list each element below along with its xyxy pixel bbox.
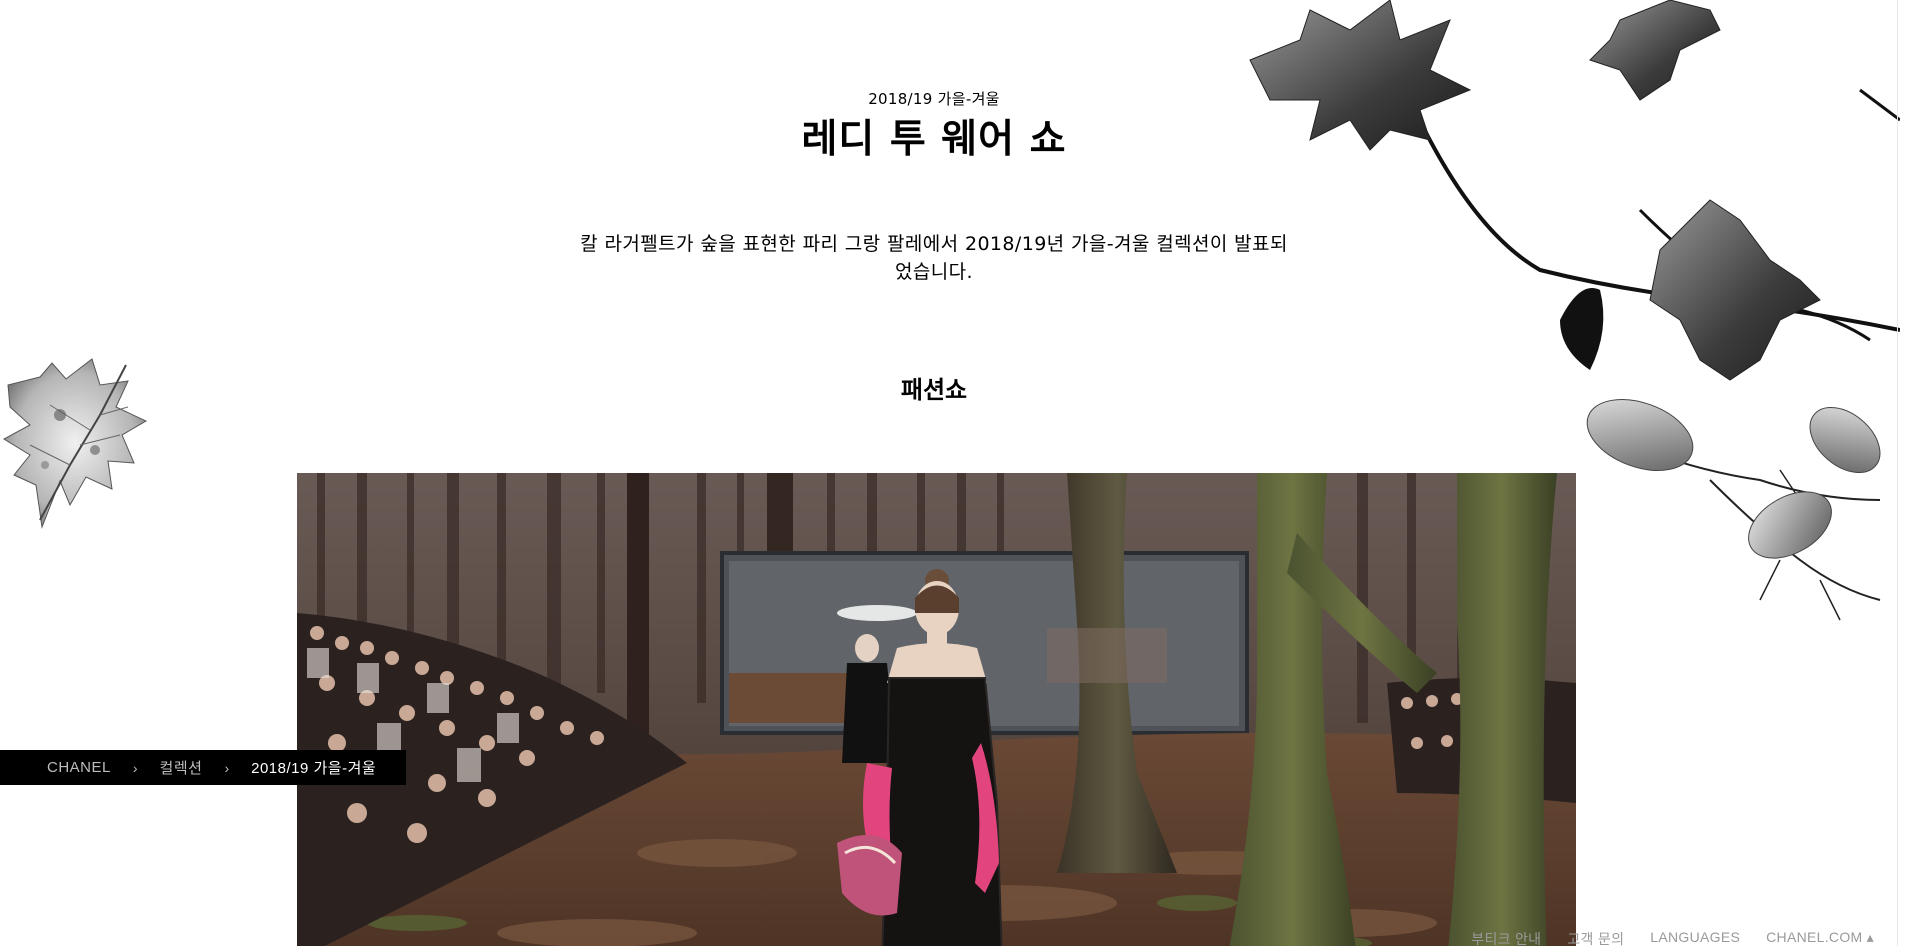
footer-link-boutique[interactable]: 부티크 안내	[1471, 929, 1541, 946]
runway-scene-image	[297, 473, 1576, 946]
season-label: 2018/19 가을-겨울	[868, 90, 1000, 108]
runway-video[interactable]	[297, 473, 1576, 946]
footer-link-languages[interactable]: LANGUAGES	[1650, 929, 1740, 946]
footer-link-customer-service[interactable]: 고객 문의	[1567, 929, 1624, 946]
intro-line-1: 칼 라거펠트가 숲을 표현한 파리 그랑 팔레에서 2018/19년 가을-겨울…	[580, 233, 1288, 255]
intro-text: 칼 라거펠트가 숲을 표현한 파리 그랑 팔레에서 2018/19년 가을-겨울…	[524, 230, 1344, 286]
breadcrumb-separator: ›	[224, 759, 230, 776]
breadcrumb-item-collection[interactable]: 컬렉션	[160, 757, 203, 778]
page-title: 레디 투 웨어 쇼	[801, 117, 1067, 162]
footer-link-chanel-com[interactable]: CHANEL.COM ▴	[1766, 929, 1874, 946]
page: 2018/19 가을-겨울 레디 투 웨어 쇼 칼 라거펠트가 숲을 표현한 파…	[0, 0, 1924, 946]
footer-links: 부티크 안내 고객 문의 LANGUAGES CHANEL.COM ▴	[1471, 929, 1874, 946]
breadcrumb-separator: ›	[132, 759, 138, 776]
breadcrumb-item-chanel[interactable]: CHANEL	[47, 759, 111, 776]
section-heading: 패션쇼	[900, 376, 968, 404]
intro-line-2: 었습니다.	[895, 261, 973, 283]
breadcrumb-item-current: 2018/19 가을-겨울	[251, 760, 377, 777]
breadcrumb: CHANEL › 컬렉션 › 2018/19 가을-겨울	[0, 750, 406, 785]
scrollbar-edge	[1897, 0, 1898, 946]
